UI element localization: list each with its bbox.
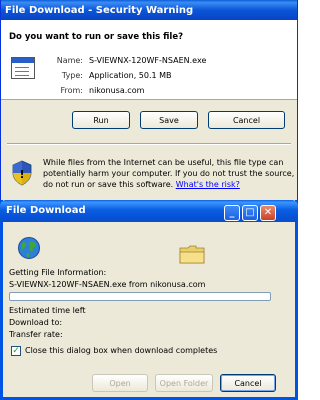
from-label: From:: [60, 86, 83, 95]
file-download-dialog: File Download _ □ ✕ Getting File Informa…: [0, 200, 298, 400]
security-dialog-titlebar[interactable]: File Download - Security Warning: [1, 0, 297, 20]
download-to-label: Download to:: [9, 318, 63, 327]
maximize-icon[interactable]: □: [242, 205, 258, 221]
from-row: From: nikonusa.com: [1, 86, 297, 98]
separator: [7, 143, 291, 145]
save-button[interactable]: Save: [140, 111, 198, 129]
close-icon[interactable]: ✕: [260, 205, 276, 221]
whats-the-risk-link[interactable]: What's the risk?: [176, 180, 240, 189]
from-value: nikonusa.com: [89, 86, 145, 95]
download-progress-bar: [9, 292, 271, 301]
warning-text: While files from the Internet can be use…: [43, 158, 295, 189]
minimize-icon[interactable]: _: [224, 205, 240, 221]
type-row: Type: Application, 50.1 MB: [1, 71, 297, 83]
close-when-complete-checkbox[interactable]: ✓: [11, 346, 21, 356]
cancel-button[interactable]: Cancel: [208, 111, 285, 129]
type-label: Type:: [61, 71, 83, 80]
close-when-complete-label: Close this dialog box when download comp…: [25, 346, 218, 355]
type-value: Application, 50.1 MB: [89, 71, 172, 80]
open-folder-button[interactable]: Open Folder: [155, 374, 213, 392]
security-shield-icon: !: [12, 160, 32, 186]
estimated-time-label: Estimated time left: [9, 306, 86, 315]
name-value: S-VIEWNX-120WF-NSAEN.exe: [89, 56, 207, 65]
globe-icon: [18, 237, 40, 259]
name-label: Name:: [56, 56, 83, 65]
download-cancel-button[interactable]: Cancel: [220, 374, 276, 392]
security-warning-dialog: File Download - Security Warning Do you …: [0, 0, 298, 200]
open-button[interactable]: Open: [92, 374, 148, 392]
folder-icon: [179, 245, 205, 264]
download-file-text: S-VIEWNX-120WF-NSAEN.exe from nikonusa.c…: [9, 280, 206, 289]
run-button[interactable]: Run: [72, 111, 130, 129]
download-status-text: Getting File Information:: [9, 268, 107, 277]
name-row: Name: S-VIEWNX-120WF-NSAEN.exe: [1, 56, 297, 68]
download-dialog-title: File Download: [6, 205, 86, 216]
svg-text:!: !: [19, 168, 24, 181]
question-text: Do you want to run or save this file?: [9, 32, 184, 42]
transfer-rate-label: Transfer rate:: [9, 330, 63, 339]
security-warning-message: While files from the Internet can be use…: [43, 157, 295, 190]
